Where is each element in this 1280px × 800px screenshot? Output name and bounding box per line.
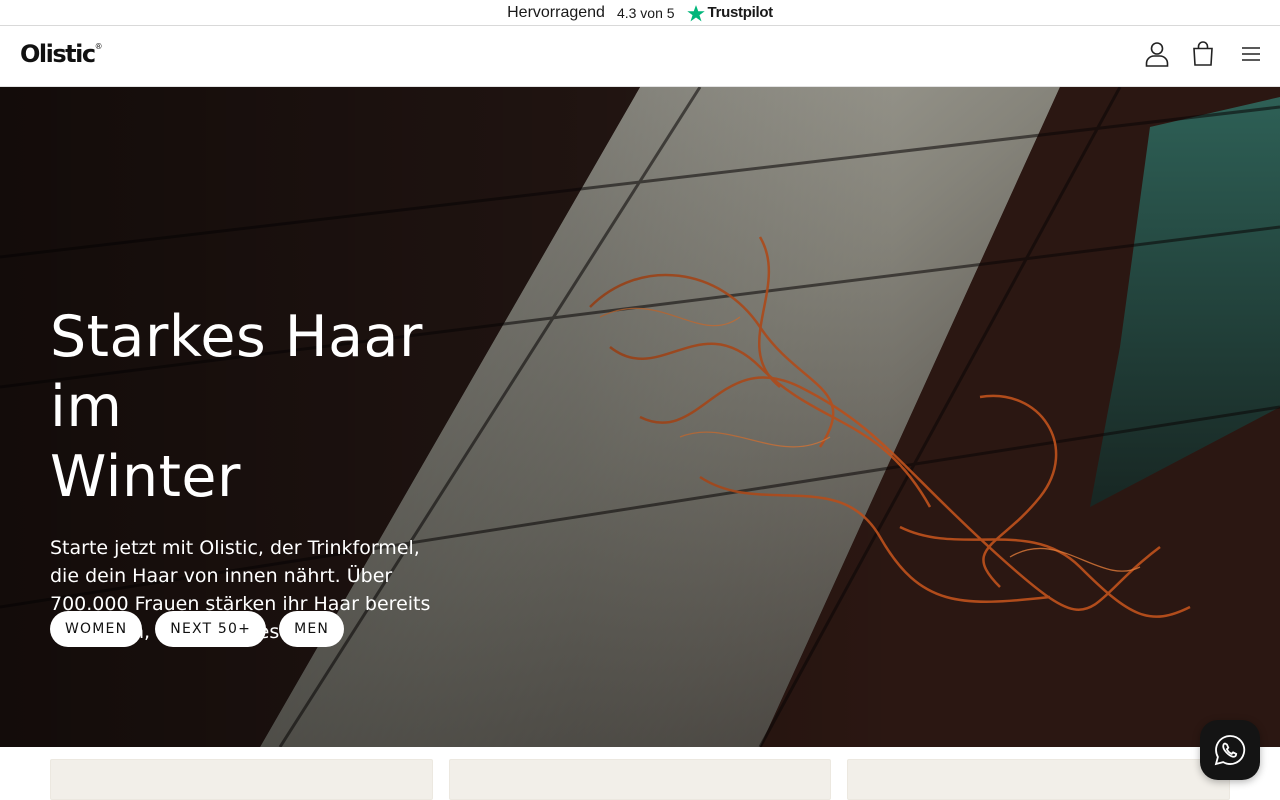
menu-button[interactable] (1237, 40, 1265, 68)
product-card[interactable] (50, 759, 433, 800)
trustpilot-rating-word: Hervorragend (507, 3, 605, 21)
trustpilot-brand-text: Trustpilot (707, 4, 774, 21)
hero-banner: Starkes Haar im Winter Starte jetzt mit … (0, 87, 1280, 747)
whatsapp-icon (1214, 735, 1246, 766)
trustpilot-score: 4.3 von 5 (616, 4, 675, 21)
hero-button-group: WOMEN NEXT 50+ MEN (50, 611, 345, 647)
men-button[interactable]: MEN (279, 611, 345, 647)
trustpilot-bar[interactable]: Hervorragend 4.3 von 5 Trustpilot (0, 0, 1280, 26)
product-card-row (50, 759, 1231, 800)
menu-icon (1242, 47, 1260, 61)
logo-registered-mark: ® (94, 42, 103, 51)
account-button[interactable] (1143, 40, 1171, 68)
olistic-logo[interactable]: Olistic® (20, 40, 103, 68)
cart-button[interactable] (1189, 40, 1217, 68)
hero-content: Starkes Haar im Winter Starte jetzt mit … (50, 302, 510, 646)
whatsapp-chat-button[interactable] (1200, 720, 1260, 780)
hero-title: Starkes Haar im Winter (50, 302, 510, 512)
hero-title-line2: Winter (50, 444, 241, 510)
next-50-button[interactable]: NEXT 50+ (155, 611, 267, 647)
logo-text: Olistic (20, 40, 96, 68)
hero-title-line1: Starkes Haar im (50, 304, 423, 440)
cart-icon (1193, 41, 1213, 66)
product-card[interactable] (448, 759, 832, 800)
trustpilot-logo: Trustpilot (686, 4, 774, 22)
user-icon (1145, 42, 1169, 67)
trustpilot-star-icon (686, 4, 705, 21)
women-button[interactable]: WOMEN (50, 611, 143, 647)
product-card[interactable] (847, 759, 1231, 800)
site-header: Olistic® (0, 26, 1280, 87)
